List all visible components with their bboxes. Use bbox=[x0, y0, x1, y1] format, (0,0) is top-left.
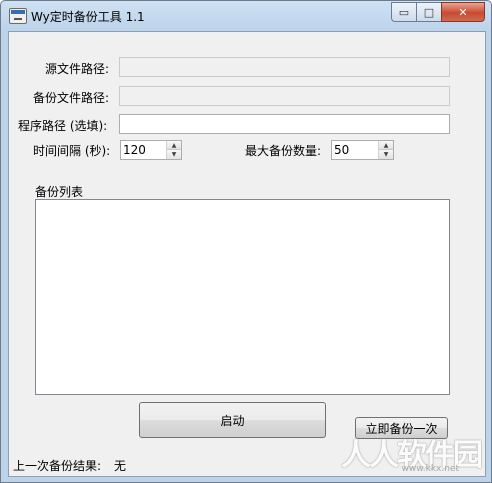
max-count-up-arrow-icon[interactable]: ▲ bbox=[379, 141, 393, 150]
maximize-icon: □ bbox=[423, 5, 435, 19]
client-area: 源文件路径: 备份文件路径: 程序路径 (选填): 时间间隔 (秒): 120 … bbox=[8, 31, 486, 477]
last-result-label: 上一次备份结果: bbox=[13, 459, 102, 473]
last-result-value: 无 bbox=[114, 459, 127, 473]
interval-up-arrow-icon[interactable]: ▲ bbox=[167, 141, 181, 150]
interval-value: 120 bbox=[123, 143, 146, 157]
interval-stepper[interactable]: 120 ▲ ▼ bbox=[120, 140, 182, 160]
backup-list-label: 备份列表 bbox=[35, 185, 84, 199]
interval-down-arrow-icon[interactable]: ▼ bbox=[167, 150, 181, 159]
close-button[interactable]: ✕ bbox=[441, 2, 485, 22]
close-icon: ✕ bbox=[458, 5, 468, 19]
app-window: Wy定时备份工具 1.1 ▭ □ ✕ 源文件路径: 备份文件路径: 程序路径 (… bbox=[0, 0, 492, 483]
max-count-value: 50 bbox=[334, 143, 350, 157]
maximize-button[interactable]: □ bbox=[416, 2, 441, 22]
max-count-stepper[interactable]: 50 ▲ ▼ bbox=[331, 140, 394, 160]
watermark-url: www.kkx.net bbox=[401, 464, 460, 474]
program-path-label: 程序路径 (选填): bbox=[18, 119, 108, 133]
program-path-input[interactable] bbox=[119, 114, 450, 134]
backup-path-field[interactable] bbox=[119, 86, 450, 106]
backup-list[interactable] bbox=[35, 199, 450, 395]
minimize-icon: ▭ bbox=[398, 5, 410, 19]
start-button[interactable]: 启动 bbox=[139, 402, 326, 438]
backup-path-label: 备份文件路径: bbox=[33, 91, 110, 105]
title-bar[interactable]: Wy定时备份工具 1.1 ▭ □ ✕ bbox=[1, 1, 491, 31]
interval-arrows: ▲ ▼ bbox=[166, 141, 181, 159]
source-path-field[interactable] bbox=[119, 57, 450, 77]
app-icon bbox=[9, 8, 27, 24]
max-count-arrows: ▲ ▼ bbox=[378, 141, 393, 159]
max-count-down-arrow-icon[interactable]: ▼ bbox=[379, 150, 393, 159]
source-path-label: 源文件路径: bbox=[45, 62, 110, 76]
minimize-button[interactable]: ▭ bbox=[391, 2, 416, 22]
window-controls: ▭ □ ✕ bbox=[391, 2, 485, 22]
window-title: Wy定时备份工具 1.1 bbox=[31, 10, 145, 24]
max-count-label: 最大备份数量: bbox=[245, 144, 322, 158]
interval-label: 时间间隔 (秒): bbox=[33, 144, 111, 158]
